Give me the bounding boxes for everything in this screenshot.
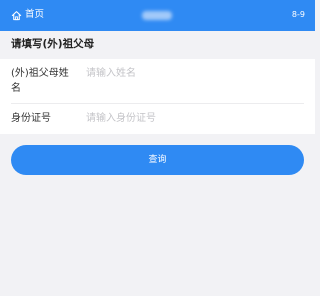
page-title-obscured (142, 11, 172, 20)
name-label: (外)祖父母姓名 (11, 68, 69, 94)
name-row: (外)祖父母姓名 (0, 59, 315, 103)
grandparent-form: (外)祖父母姓名 身份证号 (0, 59, 315, 134)
home-icon (11, 10, 22, 20)
home-link[interactable]: 首页 (11, 7, 44, 23)
query-button[interactable]: 查询 (11, 145, 304, 175)
section-title: 请填写(外)祖父母 (11, 38, 95, 50)
id-row: 身份证号 (0, 103, 315, 134)
home-label: 首页 (25, 9, 45, 20)
id-number-input[interactable] (86, 111, 286, 126)
top-bar: 首页 8-9 (0, 0, 315, 31)
name-input[interactable] (86, 66, 286, 81)
id-label: 身份证号 (11, 113, 51, 124)
page-indicator: 8-9 (291, 10, 305, 19)
